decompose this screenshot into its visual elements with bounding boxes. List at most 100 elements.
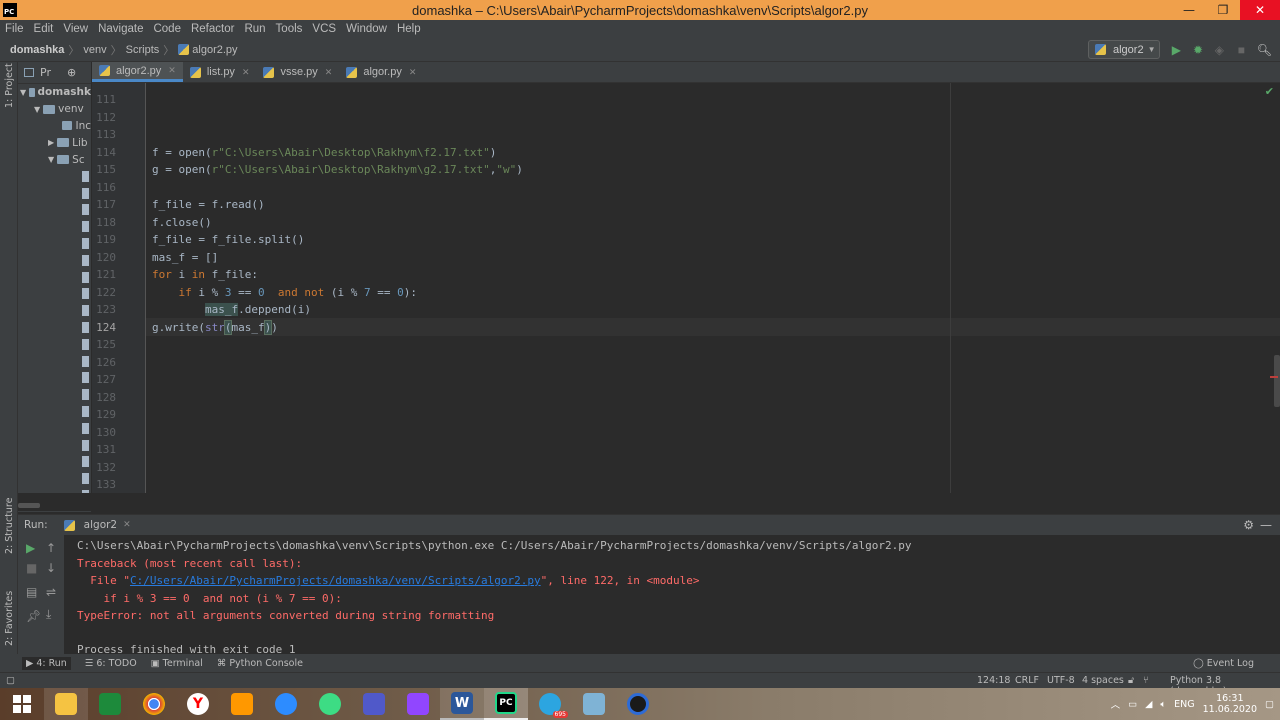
- keyboard-language[interactable]: ENG: [1174, 699, 1194, 710]
- locate-icon[interactable]: ⊕: [67, 66, 76, 79]
- battery-icon[interactable]: ▭: [1128, 699, 1137, 710]
- tree-item-file[interactable]: [18, 269, 91, 286]
- tree-item-file[interactable]: [18, 202, 91, 219]
- breadcrumb-project[interactable]: domashka: [10, 44, 64, 56]
- breadcrumb-scripts[interactable]: Scripts: [126, 44, 160, 56]
- menu-refactor[interactable]: Refactor: [186, 23, 239, 35]
- breadcrumb-venv[interactable]: venv: [83, 44, 106, 56]
- pin-icon[interactable]: 📌︎: [26, 609, 41, 623]
- project-tool-window-button[interactable]: 1: Project: [4, 63, 15, 108]
- close-tab-icon[interactable]: ✕: [409, 67, 417, 78]
- menu-view[interactable]: View: [58, 23, 93, 35]
- tree-item-file[interactable]: [18, 437, 91, 454]
- favorites-tool-window-button[interactable]: 2: Favorites: [4, 591, 15, 646]
- zoom-icon[interactable]: [264, 688, 308, 720]
- scroll-down-icon[interactable]: ↓: [46, 561, 56, 575]
- tree-item-venv[interactable]: ▼ venv: [18, 101, 91, 118]
- hide-icon[interactable]: —: [1260, 518, 1272, 532]
- close-tab-icon[interactable]: ✕: [242, 67, 250, 78]
- tree-item-file[interactable]: [18, 235, 91, 252]
- scroll-to-end-icon[interactable]: ⤓: [46, 607, 51, 622]
- project-tab-label[interactable]: Pr: [40, 66, 51, 79]
- tree-item-file[interactable]: [18, 218, 91, 235]
- terminal-tool-button[interactable]: ▣ Terminal: [151, 658, 203, 669]
- tab-algor[interactable]: algor.py ✕: [339, 62, 423, 82]
- menu-tools[interactable]: Tools: [271, 23, 308, 35]
- gear-icon[interactable]: ⚙: [1243, 518, 1254, 532]
- tree-item-file[interactable]: [18, 420, 91, 437]
- browser-icon[interactable]: [616, 688, 660, 720]
- minimize-button[interactable]: —: [1172, 0, 1206, 20]
- caret-position[interactable]: 124:18: [977, 675, 1010, 686]
- run-configuration-select[interactable]: algor2 ▼: [1088, 40, 1160, 59]
- tree-item-lib[interactable]: ▶ Lib: [18, 134, 91, 151]
- console-file-link[interactable]: C:/Users/Abair/PycharmProjects/domashka/…: [130, 574, 541, 587]
- scroll-up-icon[interactable]: ↑: [46, 541, 56, 555]
- windows-start-button[interactable]: [0, 688, 44, 720]
- python-console-tool-button[interactable]: ⌘ Python Console: [217, 658, 303, 669]
- tree-item-file[interactable]: [18, 252, 91, 269]
- layout-icon[interactable]: ▢: [6, 675, 15, 686]
- tree-item-scripts[interactable]: ▼ Sc: [18, 151, 91, 168]
- menu-code[interactable]: Code: [148, 23, 186, 35]
- tree-item-file[interactable]: [18, 370, 91, 387]
- file-explorer-icon[interactable]: [44, 688, 88, 720]
- show-hidden-icons-icon[interactable]: ︿: [1111, 697, 1121, 711]
- tree-item-file[interactable]: [18, 454, 91, 471]
- tree-item-file[interactable]: [18, 470, 91, 487]
- editor-scrollbar[interactable]: [1274, 355, 1280, 407]
- error-marker-icon[interactable]: [1270, 376, 1278, 378]
- lock-icon[interactable]: 🔓︎: [1128, 675, 1134, 686]
- menu-window[interactable]: Window: [341, 23, 392, 35]
- menu-run[interactable]: Run: [239, 23, 270, 35]
- git-icon[interactable]: ⑂: [1143, 675, 1149, 686]
- twitch-icon[interactable]: [396, 688, 440, 720]
- tree-item-file[interactable]: [18, 336, 91, 353]
- menu-file[interactable]: File: [0, 23, 29, 35]
- tab-list[interactable]: list.py ✕: [183, 62, 257, 82]
- clock[interactable]: 16:31 11.06.2020: [1203, 693, 1257, 715]
- tree-item-file[interactable]: [18, 185, 91, 202]
- close-tab-icon[interactable]: ✕: [168, 65, 176, 76]
- structure-tool-window-button[interactable]: 2: Structure: [4, 498, 15, 554]
- chrome-icon[interactable]: [132, 688, 176, 720]
- stop-icon[interactable]: ■: [26, 561, 37, 575]
- tree-item-file[interactable]: [18, 302, 91, 319]
- run-tool-button[interactable]: ▶ 4: Run: [22, 656, 71, 670]
- network-icon[interactable]: ◢: [1145, 699, 1152, 710]
- tree-item-file[interactable]: [18, 319, 91, 336]
- android-studio-icon[interactable]: [308, 688, 352, 720]
- telegram-icon[interactable]: 695: [528, 688, 572, 720]
- notifications-icon[interactable]: ▢: [1265, 699, 1274, 710]
- close-tab-icon[interactable]: ✕: [123, 520, 131, 530]
- tree-item-file[interactable]: [18, 353, 91, 370]
- tree-item-include[interactable]: Inc: [18, 118, 91, 135]
- sublime-icon[interactable]: [220, 688, 264, 720]
- tree-item-file[interactable]: [18, 168, 91, 185]
- todo-tool-button[interactable]: ☰ 6: TODO: [85, 658, 137, 669]
- tree-item-file[interactable]: [18, 286, 91, 303]
- maximize-button[interactable]: ❐: [1206, 0, 1240, 20]
- excel-icon[interactable]: [88, 688, 132, 720]
- search-icon[interactable]: 🔍︎: [1257, 43, 1272, 57]
- tab-vsse[interactable]: vsse.py ✕: [256, 62, 339, 82]
- line-separator[interactable]: CRLF: [1015, 675, 1039, 686]
- breadcrumb-file[interactable]: algor2.py: [178, 44, 238, 56]
- coverage-icon[interactable]: ◈: [1215, 43, 1224, 57]
- project-horizontal-scrollbar[interactable]: [18, 503, 40, 508]
- menu-navigate[interactable]: Navigate: [93, 23, 148, 35]
- pin-tab-icon[interactable]: ▤: [26, 585, 37, 599]
- menu-help[interactable]: Help: [392, 23, 426, 35]
- tree-item-root[interactable]: ▼ domashk: [18, 84, 91, 101]
- word-icon[interactable]: W: [440, 688, 484, 720]
- notepad-icon[interactable]: [572, 688, 616, 720]
- yandex-icon[interactable]: Y: [176, 688, 220, 720]
- run-tab-label[interactable]: algor2: [84, 519, 117, 531]
- inspection-ok-icon[interactable]: ✔: [1265, 85, 1274, 98]
- file-encoding[interactable]: UTF-8: [1047, 675, 1075, 686]
- pycharm-icon[interactable]: PC: [484, 688, 528, 720]
- run-icon[interactable]: ▶: [1172, 43, 1181, 57]
- indent-setting[interactable]: 4 spaces: [1082, 675, 1124, 686]
- teams-icon[interactable]: [352, 688, 396, 720]
- rerun-icon[interactable]: ▶: [26, 541, 35, 555]
